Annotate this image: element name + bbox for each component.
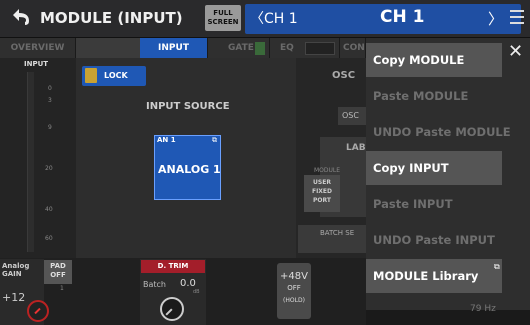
external-link-icon: ⧉ xyxy=(494,262,500,271)
meter-column xyxy=(0,58,76,258)
menu-item-undo-paste-input: UNDO Paste INPUT xyxy=(373,233,495,247)
meter-tick: 0 xyxy=(48,85,52,92)
meter-tick: 20 xyxy=(45,165,53,172)
user-fixed-port-button[interactable]: USER FIXED PORT xyxy=(304,175,340,212)
page-title: MODULE (INPUT) xyxy=(40,9,183,27)
channel-main-label: CH 1 xyxy=(380,7,425,27)
gain-value: +12 xyxy=(2,291,26,304)
phantom-power-button[interactable]: +48V OFF (HOLD) xyxy=(277,263,311,319)
channel-left-label: CH 1 xyxy=(264,11,298,27)
meter-label: INPUT xyxy=(24,60,49,68)
external-link-icon: ⧉ xyxy=(212,136,217,144)
source-port-label: AN 1 xyxy=(157,136,176,144)
osc-heading: OSC xyxy=(332,70,356,81)
dtrim-batch-label: Batch xyxy=(143,280,166,289)
channel-prev-label[interactable]: 〈CH 1 xyxy=(250,8,298,28)
dtrim-header: D. TRIM xyxy=(141,260,205,273)
osc-button[interactable]: OSC xyxy=(338,107,366,125)
pad-button[interactable]: PAD OFF xyxy=(44,260,72,284)
menu-item-undo-paste-module: UNDO Paste MODULE xyxy=(373,125,511,139)
meter-tick: 40 xyxy=(45,206,53,213)
eq-thumbnail xyxy=(305,42,335,55)
gain-knob[interactable] xyxy=(27,300,49,322)
dtrim-value: 0.0 xyxy=(180,278,196,289)
prev-arrow-icon[interactable]: 〈 xyxy=(250,11,264,27)
menu-item-copy-input[interactable]: Copy INPUT xyxy=(366,151,502,185)
pad-label: PAD xyxy=(50,262,66,270)
phantom-label: +48V xyxy=(280,271,308,282)
dtrim-knob[interactable] xyxy=(160,297,184,321)
tab-overview[interactable]: OVERVIEW xyxy=(0,38,76,58)
meter-tick: 3 xyxy=(48,97,52,104)
lock-label: LOCK xyxy=(104,71,128,80)
next-arrow-icon[interactable]: 〉 xyxy=(488,8,503,29)
pad-state: OFF xyxy=(50,271,66,279)
analog-gain-label: Analog GAIN xyxy=(2,262,30,278)
source-name-label: ANALOG 1 xyxy=(158,163,221,176)
dtrim-unit: dB xyxy=(193,289,200,295)
gate-indicator xyxy=(255,42,265,55)
gain-small-value: 1 xyxy=(60,285,64,292)
hamburger-menu-icon[interactable] xyxy=(510,6,524,28)
phantom-state: OFF xyxy=(287,284,301,292)
menu-item-paste-module: Paste MODULE xyxy=(373,89,469,103)
module-label: MODULE xyxy=(314,167,341,174)
menu-item-module-library[interactable]: MODULE Library xyxy=(366,259,502,293)
menu-item-paste-input: Paste INPUT xyxy=(373,197,453,211)
lock-icon xyxy=(85,68,97,83)
frequency-readout: 79 Hz xyxy=(470,304,496,314)
batch-setting-button[interactable]: BATCH SE xyxy=(298,225,366,253)
back-arrow-icon[interactable] xyxy=(8,6,34,32)
tab-comp[interactable]: CON xyxy=(340,38,366,58)
phantom-hold: (HOLD) xyxy=(283,297,305,304)
input-source-heading: INPUT SOURCE xyxy=(146,101,230,112)
meter-tick: 60 xyxy=(45,235,53,242)
menu-item-copy-module[interactable]: Copy MODULE xyxy=(366,43,502,77)
close-icon[interactable]: ✕ xyxy=(508,43,523,61)
tab-input[interactable]: INPUT xyxy=(140,38,208,58)
full-screen-button[interactable]: FULL SCREEN xyxy=(205,5,241,31)
meter-tick: 9 xyxy=(48,124,52,131)
input-meter xyxy=(27,72,34,252)
